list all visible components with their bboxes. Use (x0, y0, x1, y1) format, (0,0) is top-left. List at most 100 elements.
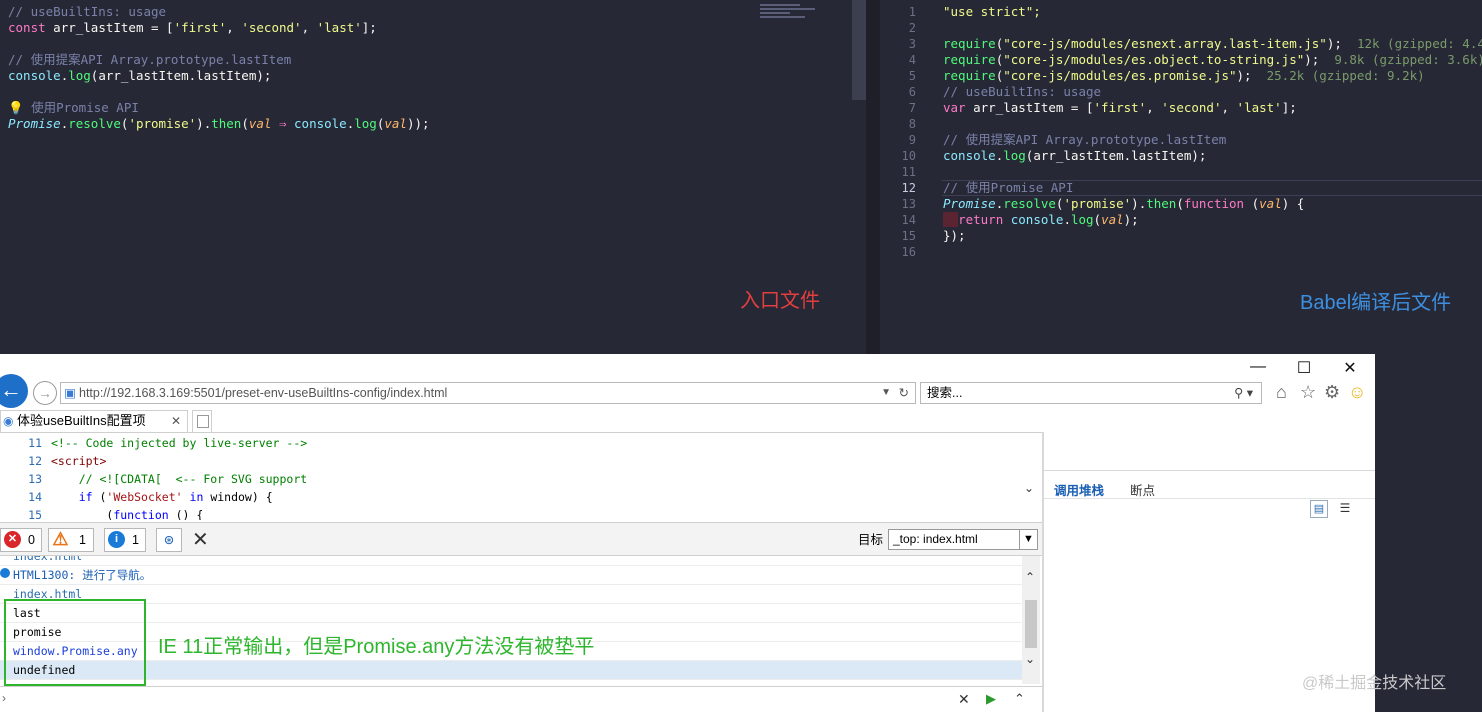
tab-call-stack[interactable]: 调用堆栈 (1054, 480, 1104, 499)
code-line-10: console.log(arr_lastItem.lastItem); (943, 148, 1207, 163)
back-button[interactable]: ← (0, 374, 28, 408)
console-toolbar: ✕ 0 ⚠ 1 i1 ⊛ ✕ 目标 _top: index.html ▼ (0, 522, 1042, 556)
target-select[interactable]: _top: index.html ▼ (888, 529, 1038, 550)
line-number: 13 (901, 197, 916, 211)
code-line-5: console.log(arr_lastItem.lastItem); (8, 68, 272, 83)
clear-on-navigate-button[interactable]: ⊛ (156, 528, 182, 552)
ie-output-annotation: IE 11正常输出，但是Promise.any方法没有被垫平 (158, 636, 595, 658)
dropdown-arrow-icon[interactable]: ▼ (881, 383, 891, 403)
warning-icon: ⚠ (52, 529, 69, 549)
code-line-7: 💡 使用Promise API (8, 100, 139, 115)
console-output[interactable]: index.html HTML1300: 进行了导航。 index.html l… (0, 556, 1042, 684)
line-number: 9 (908, 133, 916, 147)
left-code-editor[interactable]: // useBuiltIns: usage const arr_lastItem… (0, 0, 866, 354)
code-line-9: // 使用提案API Array.prototype.lastItem (943, 132, 1227, 147)
search-icon[interactable]: ⚲ ▾ (1234, 383, 1253, 403)
prompt-icon: › (2, 691, 6, 705)
line-number: 3 (908, 37, 916, 51)
tab-page[interactable]: ◉ 体验useBuiltIns配置项 ✕ (0, 410, 188, 432)
info-filter-button[interactable]: i1 (104, 528, 146, 552)
favorites-star-icon[interactable]: ☆ (1300, 382, 1316, 403)
maximize-icon[interactable]: ☐ (1284, 358, 1324, 378)
code-line-1: "use strict"; (943, 4, 1041, 19)
babel-file-annotation: Babel编译后文件 (1300, 292, 1452, 314)
left-editor-scrollbar[interactable] (852, 0, 866, 354)
clear-on-navigate-icon: ⊛ (163, 533, 175, 547)
ie-tab-icon: ◉ (3, 414, 14, 428)
code-line-4: require("core-js/modules/es.object.to-st… (943, 52, 1482, 67)
line-number: 4 (908, 53, 916, 67)
watermark: @稀土掘金技术社区 (1302, 675, 1447, 692)
line-number: 7 (908, 101, 916, 115)
new-tab-icon (197, 415, 209, 428)
scroll-thumb[interactable] (1025, 600, 1037, 648)
expand-icon[interactable]: ⌃ (1014, 691, 1025, 707)
warnings-filter-button[interactable]: ⚠ 1 (48, 528, 94, 552)
error-icon: ✕ (4, 531, 21, 548)
smiley-feedback-icon[interactable]: ☺ (1348, 382, 1366, 403)
run-icon[interactable]: ▶ (986, 691, 996, 707)
code-line-7: var arr_lastItem = ['first', 'second', '… (943, 100, 1297, 115)
close-tab-icon[interactable]: ✕ (171, 411, 181, 431)
console-source-link[interactable]: index.html (0, 585, 1022, 604)
errors-filter-button[interactable]: ✕ 0 (0, 528, 42, 552)
right-code-editor[interactable]: 1 2 3 4 5 6 7 8 9 10 11 12 13 14 15 16 "use strict"; re… (880, 0, 1482, 354)
line-number: 12 (901, 181, 916, 195)
line-number: 8 (908, 117, 916, 131)
code-line-8: Promise.resolve('promise').then(val ⇒ co… (8, 116, 430, 131)
background-editor-area (1375, 354, 1482, 712)
code-line-4: // 使用提案API Array.prototype.lastItem (8, 52, 292, 67)
entry-file-annotation: 入口文件 (740, 290, 820, 312)
line-number: 1 (908, 5, 916, 19)
chevron-down-icon[interactable]: ⌄ (1025, 652, 1035, 666)
source-view[interactable]: 11 <!-- Code injected by live-server --> … (0, 432, 1042, 520)
home-icon[interactable]: ⌂ (1276, 382, 1287, 403)
minimize-icon[interactable]: — (1238, 358, 1278, 376)
format-icon[interactable]: ☰ (1336, 500, 1354, 518)
line-number: 10 (901, 149, 916, 163)
code-line-13: Promise.resolve('promise').then(function… (943, 196, 1305, 211)
info-icon: i (108, 531, 125, 548)
tab-breakpoints[interactable]: 断点 (1130, 480, 1155, 499)
chevron-down-icon[interactable]: ⌄ (1024, 481, 1034, 495)
code-line-12: // 使用Promise API (943, 180, 1074, 195)
forward-button[interactable]: → (33, 381, 57, 405)
list-view-icon[interactable]: ▤ (1310, 500, 1328, 518)
ie11-browser-window: — ☐ ✕ ← → ▣ http://192.168.3.169:5501/pre… (0, 354, 1375, 712)
console-source-link[interactable]: index.html (0, 556, 1022, 566)
close-window-icon[interactable]: ✕ (1330, 358, 1370, 378)
clear-console-icon[interactable]: ✕ (192, 527, 209, 552)
line-number: 6 (908, 85, 916, 99)
line-number: 5 (908, 69, 916, 83)
search-input[interactable]: 搜索... ⚲ ▾ (920, 382, 1262, 404)
arrow-left-icon: ← (0, 377, 22, 402)
new-tab-button[interactable] (192, 410, 212, 432)
console-log-line: undefined (0, 661, 1022, 680)
editor-split-divider[interactable] (866, 0, 880, 354)
console-message: HTML1300: 进行了导航。 (0, 566, 1022, 585)
page-icon: ▣ (64, 386, 76, 400)
code-line-5: require("core-js/modules/es.promise.js")… (943, 68, 1425, 83)
code-line-15: }); (943, 228, 966, 243)
console-input[interactable]: › ✕ ▶ ⌃ (0, 686, 1042, 712)
output-highlight-box (4, 599, 146, 686)
code-line-6: // useBuiltIns: usage (943, 84, 1102, 99)
code-line-2: const arr_lastItem = ['first', 'second',… (8, 20, 377, 35)
line-number: 15 (901, 229, 916, 243)
chevron-down-icon[interactable]: ▼ (1019, 530, 1037, 549)
minimap[interactable] (760, 4, 820, 20)
info-icon (0, 568, 10, 578)
refresh-icon[interactable]: ↻ (899, 383, 909, 403)
code-line-1: // useBuiltIns: usage (8, 4, 167, 19)
arrow-right-icon: → (38, 385, 52, 401)
scroll-thumb[interactable] (852, 0, 866, 100)
address-bar[interactable]: ▣ http://192.168.3.169:5501/preset-env-us… (60, 382, 916, 404)
line-number: 11 (901, 165, 916, 179)
console-scrollbar[interactable]: ⌃ ⌄ (1022, 556, 1040, 684)
target-label: 目标 (858, 533, 884, 547)
clear-input-icon[interactable]: ✕ (958, 691, 970, 708)
line-number: 16 (901, 245, 916, 259)
code-line-14: return console.log(val); (943, 212, 1139, 228)
chevron-up-icon[interactable]: ⌃ (1025, 570, 1035, 584)
gear-icon[interactable]: ⚙ (1324, 382, 1340, 403)
